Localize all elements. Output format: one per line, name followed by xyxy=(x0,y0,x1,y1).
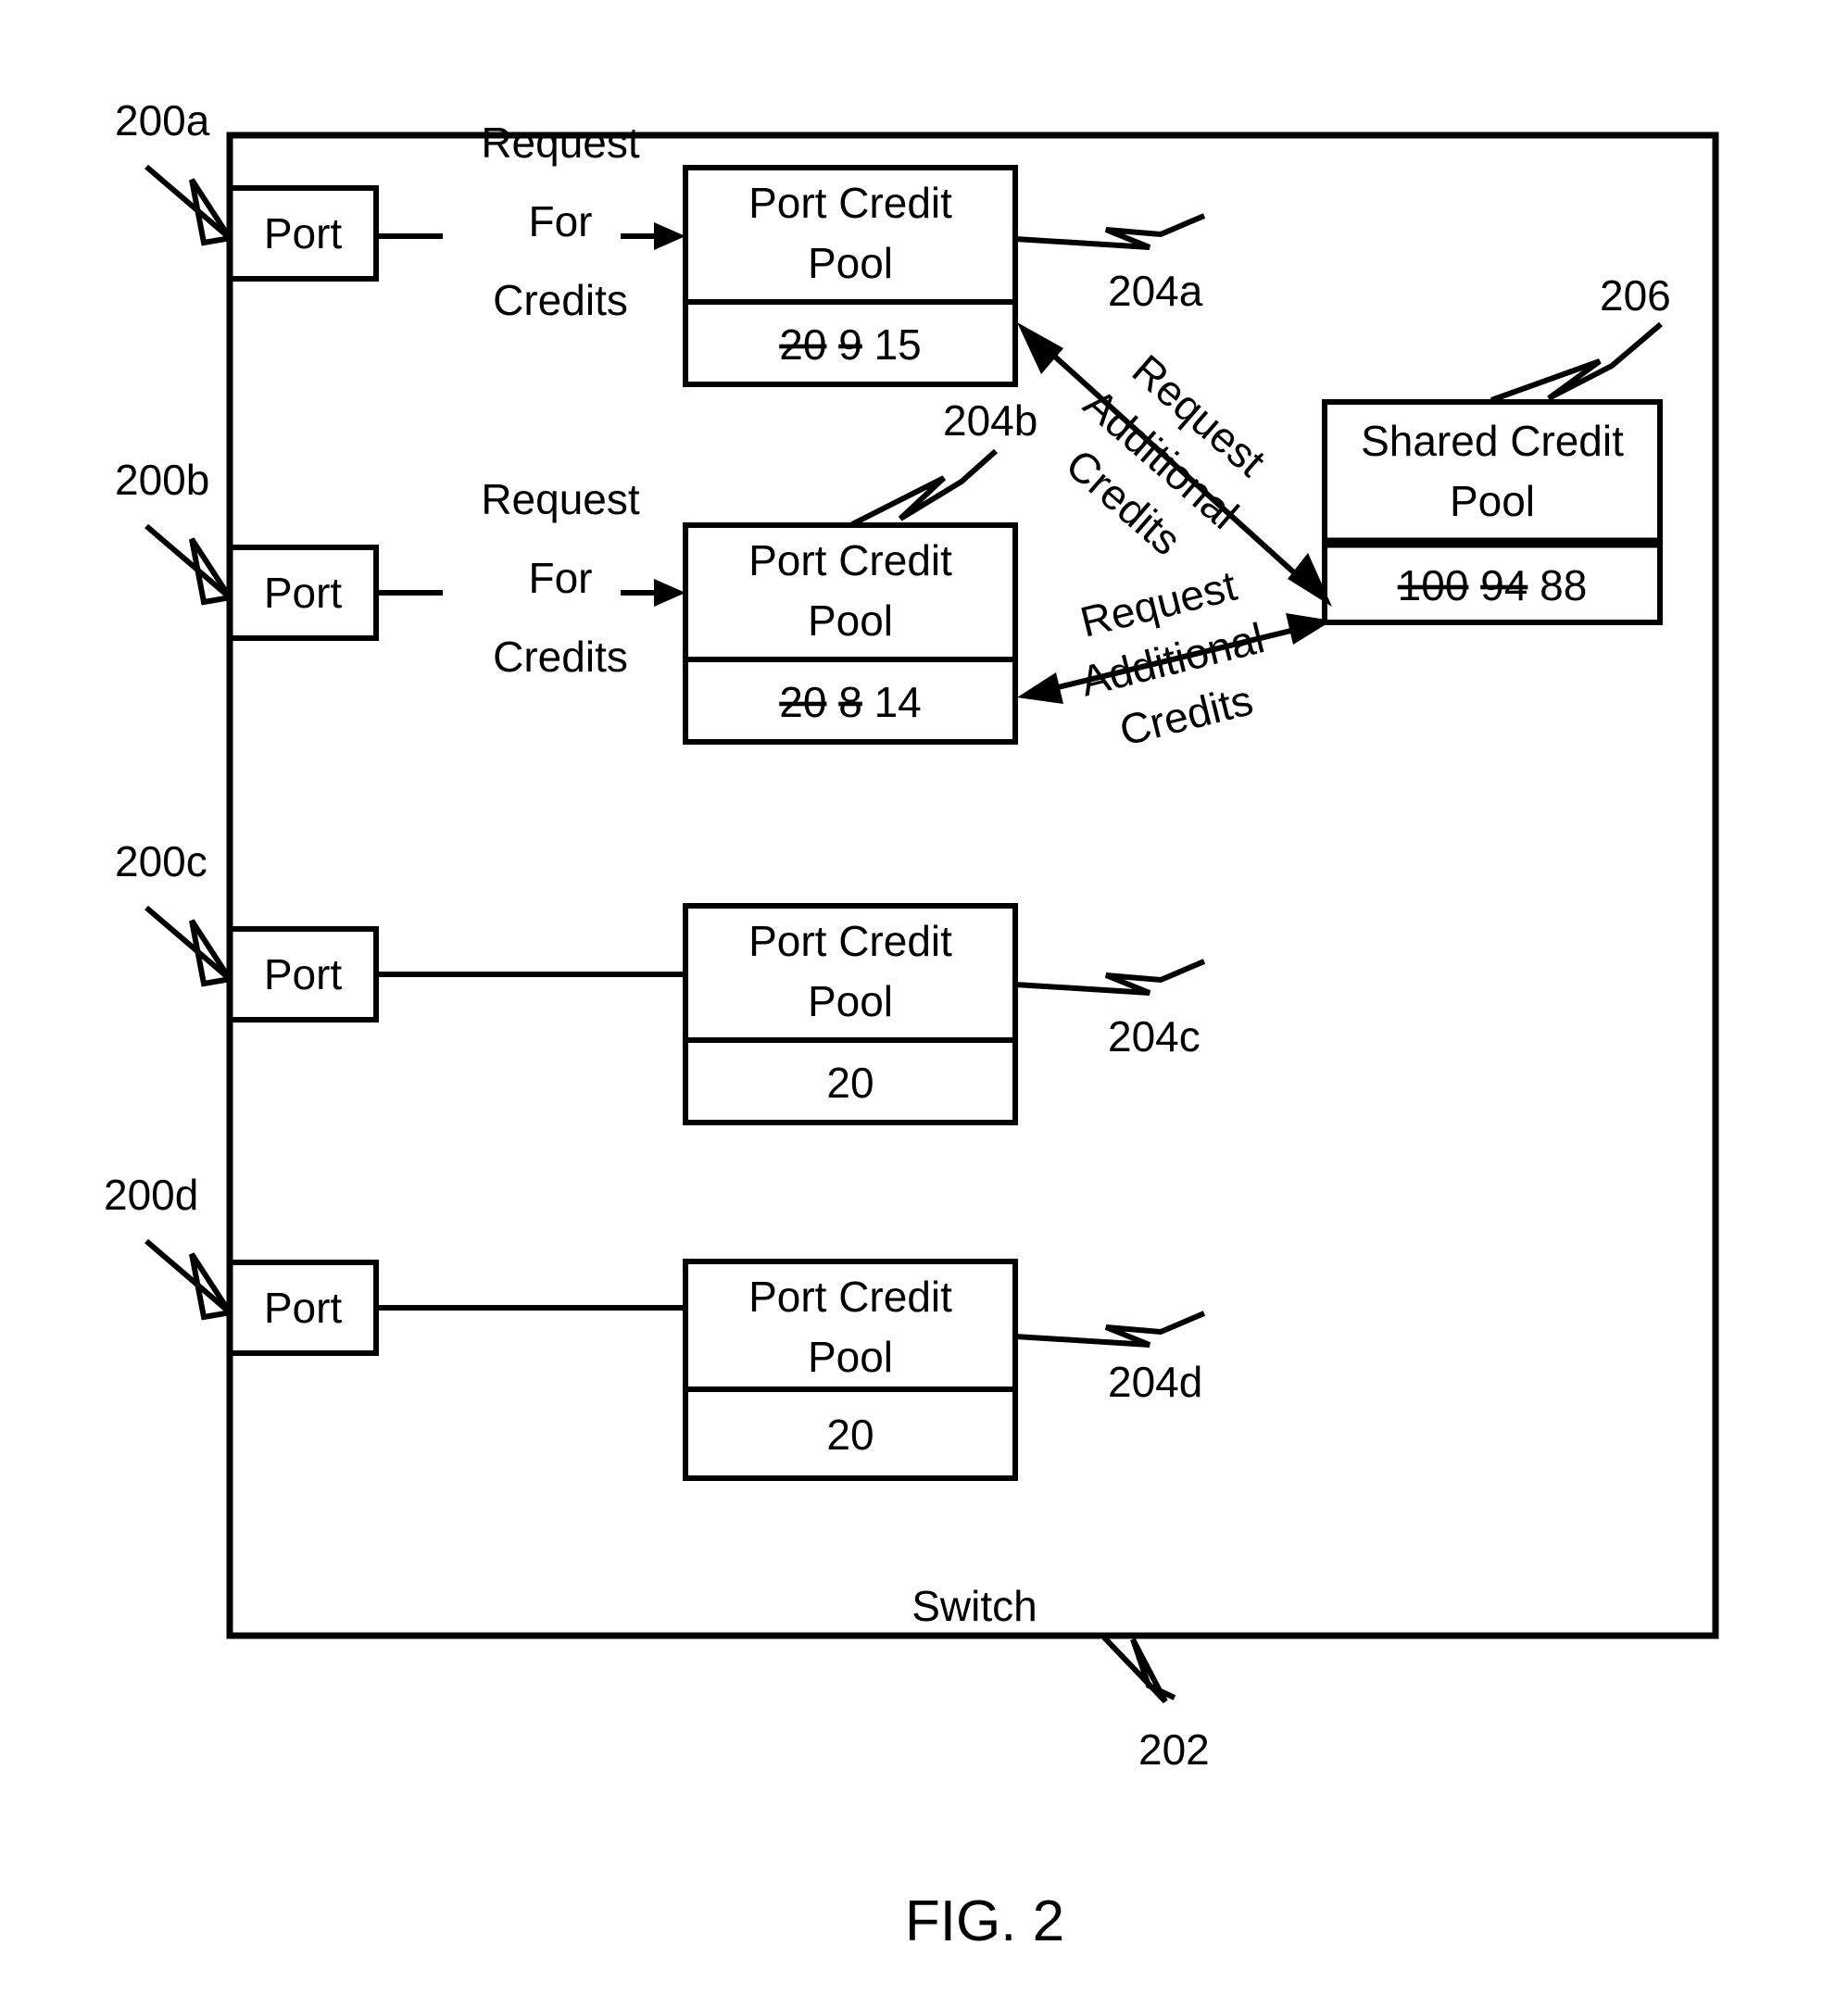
arrow-request-additional-credits-lower: Request Additional Credits xyxy=(1017,561,1332,755)
ref-label-200b: 200b xyxy=(115,456,209,504)
flow-label-line3: Credits xyxy=(493,276,628,324)
port-box-label-200a: Port xyxy=(264,209,343,257)
leader-line-202 xyxy=(1101,1635,1176,1704)
port-credit-pool-group-204b: Port Credit Pool 20 8 14 204b xyxy=(683,396,1037,745)
leader-line-204c xyxy=(1014,959,1206,996)
shared-credit-pool-group-206: Shared Credit Pool 100 94 88 206 xyxy=(1322,271,1671,625)
arrow-request-for-credits-b xyxy=(621,579,685,607)
leader-line-200a xyxy=(145,164,233,246)
switch-label: Switch xyxy=(911,1582,1037,1630)
pool-title-line1-204c: Port Credit xyxy=(748,917,952,965)
figure-caption: FIG. 2 xyxy=(905,1889,1064,1953)
flow-label-line1: Request xyxy=(481,475,640,523)
pool-title-line2-204c: Pool xyxy=(808,977,893,1025)
flow-label-line2: For xyxy=(529,554,593,602)
leader-line-200d xyxy=(145,1238,233,1321)
pool-value-1-204a: 9 xyxy=(838,320,862,369)
shared-pool-title-line2: Pool xyxy=(1450,477,1535,525)
pool-values-204b: 20 8 14 xyxy=(779,678,922,726)
port-group-200d: 200d Port xyxy=(104,1171,685,1356)
leader-line-204a xyxy=(1014,213,1206,250)
pool-title-line2-204b: Pool xyxy=(808,596,893,645)
port-box-label-200c: Port xyxy=(264,950,343,998)
ref-label-200a: 200a xyxy=(115,96,210,144)
flow-label-line3: Credits xyxy=(493,633,628,681)
port-credit-pool-group-204d: Port Credit Pool 20 204d xyxy=(683,1259,1206,1481)
pool-values-204c: 20 xyxy=(826,1059,874,1107)
shared-pool-values: 100 94 88 xyxy=(1398,561,1588,609)
pool-value-0-204b: 20 xyxy=(779,678,826,726)
flow-label-request-for-credits-b: Request For Credits xyxy=(481,475,640,681)
leader-line-204b xyxy=(850,448,998,527)
leader-line-200c xyxy=(145,905,233,987)
port-credit-pool-group-204c: Port Credit Pool 20 204c xyxy=(683,903,1206,1125)
arrow-request-for-credits-a xyxy=(621,222,685,250)
pool-value-0-204a: 20 xyxy=(779,320,826,369)
ref-label-202: 202 xyxy=(1138,1725,1210,1774)
pool-value-2-204a: 15 xyxy=(874,320,922,369)
arrow-request-additional-credits-upper: Request Additional Credits xyxy=(1017,322,1332,607)
switch-frame xyxy=(226,132,1719,1639)
port-box-label-200d: Port xyxy=(264,1284,343,1332)
pool-values-204a: 20 9 15 xyxy=(779,320,922,369)
pool-value-2-204b: 14 xyxy=(874,678,922,726)
flow-label-request-for-credits-a: Request For Credits xyxy=(481,119,640,324)
pool-value-1-204b: 8 xyxy=(838,678,862,726)
shared-pool-value-1: 94 xyxy=(1480,561,1527,609)
ref-label-204d: 204d xyxy=(1108,1358,1202,1406)
shared-pool-value-2: 88 xyxy=(1540,561,1587,609)
pool-title-line2-204d: Pool xyxy=(808,1333,893,1381)
port-group-200c: 200c Port xyxy=(115,837,685,1023)
ref-label-200d: 200d xyxy=(104,1171,198,1219)
ref-label-204c: 204c xyxy=(1108,1012,1201,1060)
pool-title-line1-204a: Port Credit xyxy=(748,179,952,227)
leader-line-200b xyxy=(145,523,233,606)
figure-canvas: 200a Port Request For Credits Port Credi… xyxy=(0,0,1848,1995)
shared-pool-title-line1: Shared Credit xyxy=(1361,417,1624,465)
ref-label-204a: 204a xyxy=(1108,267,1203,315)
pool-title-line2-204a: Pool xyxy=(808,239,893,287)
port-credit-pool-group-204a: Port Credit Pool 20 9 15 204a xyxy=(683,165,1206,387)
flow-label-line1: Request xyxy=(481,119,640,167)
port-box-label-200b: Port xyxy=(264,569,343,617)
port-group-200a: 200a Port Request For Credits xyxy=(115,96,685,324)
patent-figure-2-diagram: 200a Port Request For Credits Port Credi… xyxy=(104,96,1719,1953)
pool-title-line1-204b: Port Credit xyxy=(748,536,952,584)
port-group-200b: 200b Port Request For Credits xyxy=(115,456,685,681)
flow-label-line2: For xyxy=(529,197,593,245)
ref-label-206: 206 xyxy=(1600,271,1671,320)
ref-label-200c: 200c xyxy=(115,837,207,885)
shared-pool-value-0: 100 xyxy=(1398,561,1469,609)
pool-title-line1-204d: Port Credit xyxy=(748,1273,952,1321)
pool-values-204d: 20 xyxy=(826,1411,874,1459)
leader-line-204d xyxy=(1014,1311,1206,1348)
ref-label-204b: 204b xyxy=(943,396,1037,445)
leader-line-206 xyxy=(1490,321,1663,403)
